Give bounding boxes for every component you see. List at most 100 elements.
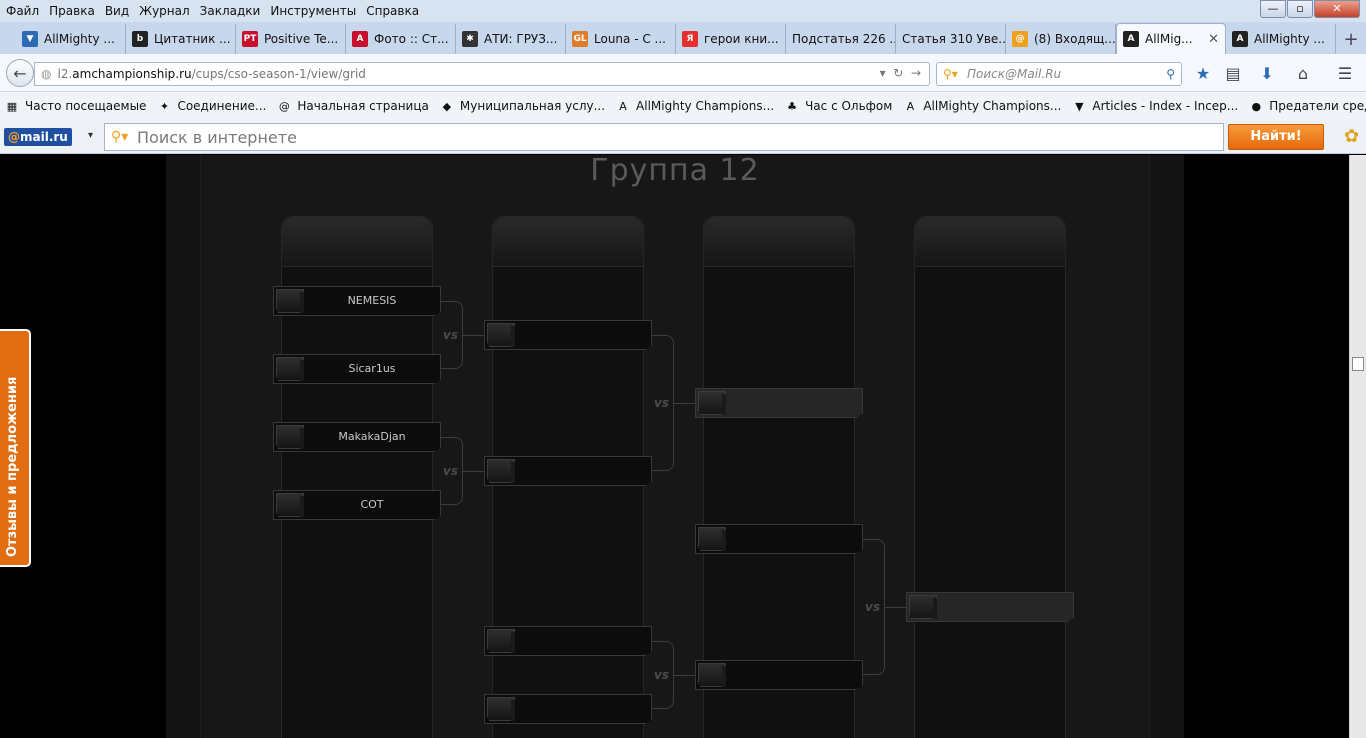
tab[interactable]: A AllMighty ... — [1226, 24, 1336, 54]
team-slot[interactable]: MakakaDjan — [273, 422, 441, 452]
settings-gear-icon[interactable]: ✿ — [1344, 126, 1359, 147]
bookmark-item[interactable]: ◆ Муниципальная услу... — [439, 98, 605, 114]
menu-item[interactable]: Правка — [49, 4, 95, 18]
menu-item[interactable]: Вид — [105, 4, 129, 18]
empty-slot[interactable] — [484, 626, 652, 656]
tab[interactable]: GL Louna - С ... — [566, 24, 676, 54]
feedback-tab[interactable]: Отзывы и предложения — [0, 329, 31, 567]
bookmarks-bar: ▦ Часто посещаемые ✦ Соединение... @ Начальна… — [0, 92, 1366, 120]
close-window-button[interactable]: ✕ — [1314, 0, 1360, 18]
bookmark-item[interactable]: ▼ Articles - Index - Incep... — [1071, 98, 1238, 114]
dropdown-icon[interactable]: ▾ — [88, 130, 93, 141]
tab-active[interactable]: A AllMig... ✕ — [1116, 23, 1226, 54]
round-3-column — [703, 216, 855, 738]
empty-slot[interactable] — [906, 592, 1074, 622]
tab[interactable]: Статья 310 Уве... — [896, 24, 1006, 54]
bookmark-label: Предатели среди вас! — [1269, 99, 1366, 113]
bash-icon: b — [132, 31, 148, 47]
menu-icon[interactable]: ☰ — [1335, 64, 1355, 84]
reload-icon[interactable]: ▾ ↻ → — [880, 66, 921, 80]
minimize-button[interactable]: — — [1260, 0, 1286, 18]
url-prefix: l2. — [57, 67, 73, 81]
empty-slot[interactable] — [484, 456, 652, 486]
bookmark-icon: A — [619, 99, 627, 113]
search-box[interactable]: ⚲▾ Поиск@Mail.Ru ⚲ — [936, 62, 1182, 86]
find-button[interactable]: Найти! — [1228, 124, 1324, 150]
bracket-line — [463, 335, 485, 336]
mailru-search-icon: ⚲▾ — [943, 67, 958, 81]
bookmark-icon: ◆ — [442, 99, 452, 113]
tab-label: герои кни... — [704, 32, 779, 46]
vs-label: vs — [443, 464, 458, 478]
star-icon[interactable]: ★ — [1193, 64, 1213, 84]
tab[interactable]: ✱ АТИ: ГРУЗ... — [456, 24, 566, 54]
vs-label: vs — [865, 600, 880, 614]
menu-item[interactable]: Справка — [366, 4, 419, 18]
group-title: Группа 12 — [590, 155, 760, 188]
team-slot[interactable]: Sicar1us — [273, 354, 441, 384]
home-icon[interactable]: ⌂ — [1293, 64, 1313, 84]
mailru-toolbar: @mail.ru ▾ ⚲▾ Поиск в интернете Найти! ✿ — [0, 120, 1366, 154]
bookmark-icon: ● — [1251, 99, 1262, 113]
bookmark-item[interactable]: A AllMighty Champions... — [615, 98, 774, 114]
reading-list-icon[interactable]: ▤ — [1223, 64, 1243, 84]
tab[interactable]: b Цитатник ... — [126, 24, 236, 54]
back-button[interactable]: ← — [6, 59, 34, 87]
empty-slot[interactable] — [695, 660, 863, 690]
bookmark-item[interactable]: ▦ Часто посещаемые — [4, 98, 147, 114]
scrollbar[interactable] — [1349, 155, 1366, 738]
bookmark-icon: ▦ — [6, 99, 18, 113]
bookmark-item[interactable]: ● Предатели среди вас! — [1248, 98, 1366, 114]
bookmark-icon: ♣ — [787, 99, 798, 113]
bookmark-item[interactable]: ♣ Час с Ольфом — [784, 98, 892, 114]
tab-label: Louna - С ... — [594, 32, 666, 46]
tab[interactable]: Ягерои кни... — [676, 24, 786, 54]
vs-label: vs — [654, 668, 669, 682]
address-bar[interactable]: ◍ l2. amchampionship.ru/cups/cso-season-1… — [34, 62, 930, 86]
maximize-button[interactable]: ▫ — [1287, 0, 1313, 18]
scrollbar-thumb[interactable] — [1352, 357, 1364, 371]
web-search-input[interactable]: ⚲▾ Поиск в интернете — [104, 123, 1224, 151]
team-name: NEMESIS — [347, 294, 397, 307]
team-name: COT — [360, 498, 384, 511]
bookmark-item[interactable]: ✦ Соединение... — [156, 98, 267, 114]
url-domain: amchampionship.ru — [72, 67, 192, 81]
team-slot[interactable]: NEMESIS — [273, 286, 441, 316]
empty-slot[interactable] — [695, 388, 863, 418]
mail-icon: @ — [1012, 31, 1028, 47]
bookmark-icon: ✦ — [159, 99, 170, 113]
tab[interactable]: Подстатья 226 ... — [786, 24, 896, 54]
bookmark-label: Articles - Index - Incep... — [1092, 99, 1239, 113]
photo-icon: A — [352, 31, 368, 47]
close-tab-icon[interactable]: ✕ — [1208, 32, 1219, 47]
tab[interactable]: PT Positive Te... — [236, 24, 346, 54]
tab[interactable]: A Фото :: Ст... — [346, 24, 456, 54]
empty-slot[interactable] — [484, 694, 652, 724]
tab[interactable]: @ (8) Входящ... — [1006, 24, 1116, 54]
tab-label: AllMig... — [1145, 32, 1193, 46]
menu-item[interactable]: Инструменты — [270, 4, 356, 18]
search-placeholder: Поиск@Mail.Ru — [967, 67, 1062, 81]
tab[interactable]: ▼ AllMighty ... — [16, 24, 126, 54]
menu-item[interactable]: Закладки — [200, 4, 261, 18]
logo-text: mail.ru — [20, 130, 68, 144]
url-path: /cups/cso-season-1/view/grid — [191, 67, 366, 81]
mailru-logo[interactable]: @mail.ru — [4, 128, 72, 146]
empty-slot[interactable] — [695, 524, 863, 554]
bookmark-icon: A — [906, 99, 915, 113]
allmighty-a-icon: A — [1232, 31, 1248, 47]
downloads-icon[interactable]: ⬇ — [1257, 64, 1277, 84]
empty-slot[interactable] — [484, 320, 652, 350]
search-icon[interactable]: ⚲ — [1166, 67, 1175, 81]
allmighty-a-icon: A — [1123, 31, 1139, 47]
new-tab-button[interactable]: + — [1336, 24, 1366, 54]
tab-label: AllMighty ... — [1254, 32, 1325, 46]
yandex-icon: Я — [682, 31, 698, 47]
bookmark-item[interactable]: @ Начальная страница — [276, 98, 429, 114]
team-slot[interactable]: COT — [273, 490, 441, 520]
bookmark-item[interactable]: A AllMighty Champions... — [902, 98, 1062, 114]
tab-label: AllMighty ... — [44, 32, 115, 46]
menu-item[interactable]: Файл — [6, 4, 39, 18]
page-content: Группа 12 vs vs vs vs vs NEMESIS Sicar1u… — [0, 155, 1366, 738]
menu-item[interactable]: Журнал — [139, 4, 190, 18]
